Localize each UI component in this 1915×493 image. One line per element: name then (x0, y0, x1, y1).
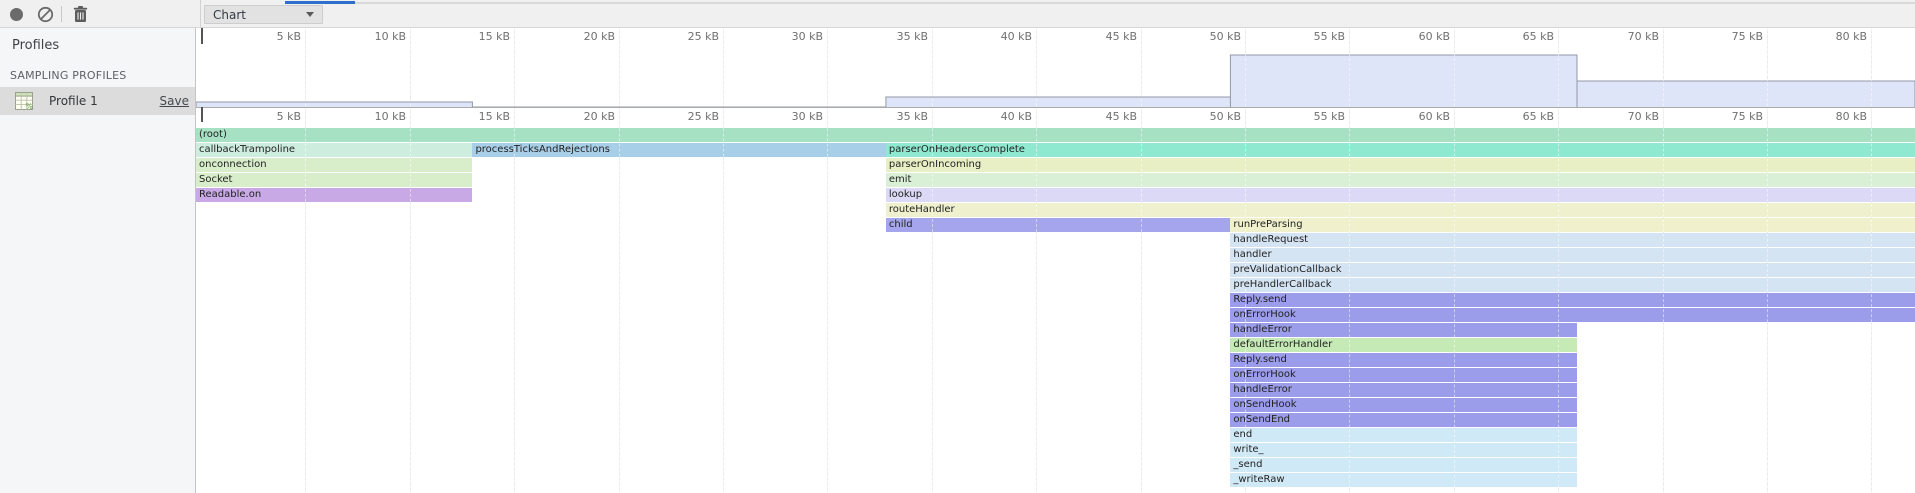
flame-bar-label: handleError (1230, 323, 1574, 337)
block-button[interactable] (34, 4, 56, 24)
ruler-tick-label: 80 kB (1809, 110, 1867, 123)
flame-bar-label: processTicksAndRejections (472, 143, 882, 157)
profile-name: Profile 1 (49, 94, 98, 108)
flame-bar-label: Readable.on (196, 188, 469, 202)
ruler-tick-label: 45 kB (1079, 30, 1137, 43)
flame-bar-label: handler (1230, 248, 1912, 262)
ruler-tick-label: 20 kB (557, 110, 615, 123)
toolbar-pane-divider (200, 0, 201, 28)
record-button[interactable] (5, 4, 27, 24)
chevron-down-icon (306, 12, 314, 17)
gridline-overlay (723, 28, 724, 493)
flame-bar-label: routeHandler (886, 203, 1912, 217)
flame-bar-label: end (1230, 428, 1574, 442)
ruler-tick-label: 55 kB (1287, 30, 1345, 43)
block-icon (37, 6, 54, 23)
ruler-tick-label: 30 kB (765, 110, 823, 123)
flame-bar-label: write_ (1230, 443, 1574, 457)
gridline-overlay (1036, 28, 1037, 493)
ruler-tick-label: 50 kB (1183, 110, 1241, 123)
ruler-tick-label: 60 kB (1392, 110, 1450, 123)
gridline-overlay (619, 28, 620, 493)
save-profile-link[interactable]: Save (160, 94, 189, 108)
ruler-tick-label: 5 kB (243, 110, 301, 123)
gridline-overlay (514, 28, 515, 493)
flame-bar-label: onErrorHook (1230, 308, 1912, 322)
gridline-overlay (1141, 28, 1142, 493)
ruler-tick-label: 65 kB (1496, 30, 1554, 43)
profiles-sidebar: Profiles SAMPLING PROFILES % Profile 1 S… (0, 28, 196, 493)
flame-bar-label: (root) (196, 128, 1912, 142)
flame-bar-label: onconnection (196, 158, 469, 172)
ruler-tick-label: 75 kB (1705, 110, 1763, 123)
origin-tick (201, 107, 203, 122)
flame-bar-label: runPreParsing (1230, 218, 1912, 232)
flame-bar-label: Socket (196, 173, 469, 187)
flame-bar-label: onSendEnd (1230, 413, 1574, 427)
flame-bar-label: parserOnHeadersComplete (886, 143, 1912, 157)
profile-list-item[interactable]: % Profile 1 Save (0, 87, 195, 115)
allocation-chart-pane: 5 kB 5 kB 10 kB 10 kB 15 kB 15 kB 20 kB 20 kB 25… (196, 28, 1915, 493)
svg-text:%: % (26, 102, 33, 110)
ruler-tick-label: 80 kB (1809, 30, 1867, 43)
overview-bottom-border (196, 107, 1915, 108)
view-mode-value: Chart (213, 8, 246, 22)
memory-profiler-window: Chart Profiles SAMPLING PROFILES % Profi… (0, 0, 1915, 493)
ruler-tick-label: 40 kB (974, 30, 1032, 43)
ruler-tick-label: 15 kB (452, 30, 510, 43)
sampling-profiles-heading: SAMPLING PROFILES (10, 69, 126, 82)
flame-bar-label: parserOnIncoming (886, 158, 1912, 172)
flame-bar-label: emit (886, 173, 1912, 187)
flame-bar-label: _writeRaw (1230, 473, 1574, 487)
ruler-tick-label: 55 kB (1287, 110, 1345, 123)
ruler-tick-label: 70 kB (1601, 110, 1659, 123)
ruler-tick-label: 10 kB (348, 30, 406, 43)
ruler-tick-label: 25 kB (661, 30, 719, 43)
ruler-tick-label: 35 kB (870, 110, 928, 123)
ruler-tick-label: 5 kB (243, 30, 301, 43)
flame-bar-label: child (886, 218, 1228, 232)
flame-bar-label: lookup (886, 188, 1912, 202)
ruler-tick-label: 30 kB (765, 30, 823, 43)
origin-tick (201, 28, 203, 44)
tabstrip-divider (355, 2, 1915, 4)
flame-bar-label: preValidationCallback (1230, 263, 1912, 277)
flame-bar-label: preHandlerCallback (1230, 278, 1912, 292)
toolbar-separator (61, 6, 62, 22)
flame-bar-label: Reply.send (1230, 353, 1574, 367)
ruler-tick-label: 65 kB (1496, 110, 1554, 123)
flame-bar-label: handleRequest (1230, 233, 1912, 247)
profile-table-icon: % (15, 92, 33, 110)
flame-bar-label: callbackTrampoline (196, 143, 469, 157)
ruler-tick-label: 15 kB (452, 110, 510, 123)
ruler-tick-label: 60 kB (1392, 30, 1450, 43)
ruler-tick-label: 75 kB (1705, 30, 1763, 43)
ruler-tick-label: 45 kB (1079, 110, 1137, 123)
flame-bar-label: onErrorHook (1230, 368, 1574, 382)
ruler-tick-label: 25 kB (661, 110, 719, 123)
ruler-tick-label: 50 kB (1183, 30, 1241, 43)
ruler-tick-label: 35 kB (870, 30, 928, 43)
toolbar: Chart (0, 0, 1915, 28)
trash-button[interactable] (69, 4, 91, 24)
ruler-tick-label: 70 kB (1601, 30, 1659, 43)
gridline-overlay (305, 28, 306, 493)
gridline-overlay (410, 28, 411, 493)
ruler-tick-label: 20 kB (557, 30, 615, 43)
ruler-tick-label: 10 kB (348, 110, 406, 123)
flame-bar-label: Reply.send (1230, 293, 1912, 307)
flame-bar-label: onSendHook (1230, 398, 1574, 412)
gridline-overlay (932, 28, 933, 493)
ruler-tick-label: 40 kB (974, 110, 1032, 123)
flame-bar-label: handleError (1230, 383, 1574, 397)
trash-icon (73, 6, 88, 23)
active-tab-indicator (285, 1, 355, 4)
sidebar-title: Profiles (12, 38, 59, 53)
view-mode-dropdown[interactable]: Chart (204, 5, 323, 24)
record-icon (10, 8, 23, 21)
gridline-overlay (827, 28, 828, 493)
flame-bar-label: _send (1230, 458, 1574, 472)
flame-bar-label: defaultErrorHandler (1230, 338, 1574, 352)
